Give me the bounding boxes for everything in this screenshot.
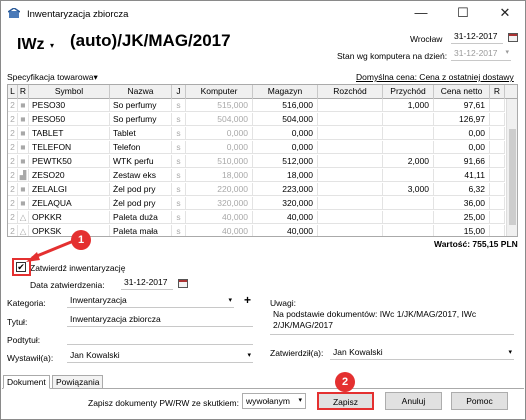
step-badge-2: 2 <box>335 372 355 392</box>
annotation-arrowhead <box>26 252 40 262</box>
annotation-arrow <box>31 238 77 260</box>
step-badge-1: 1 <box>71 230 91 250</box>
annotation-overlay <box>12 238 77 276</box>
